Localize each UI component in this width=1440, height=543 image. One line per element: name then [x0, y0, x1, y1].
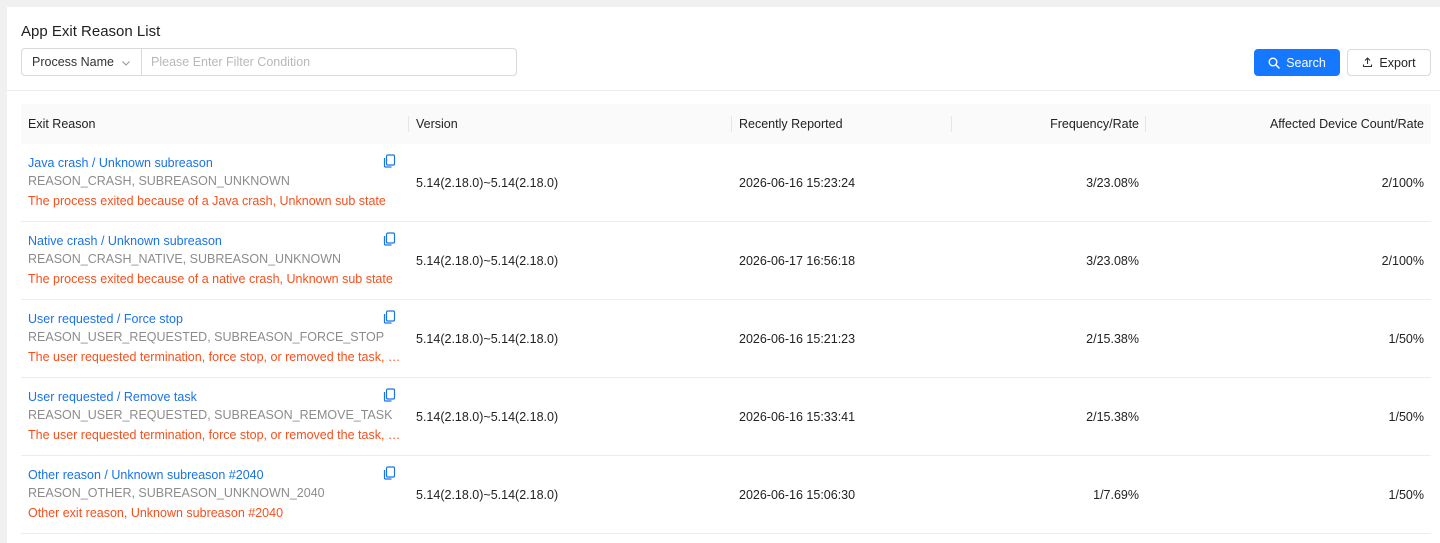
header-divider: [7, 90, 1440, 91]
search-button[interactable]: Search: [1254, 49, 1340, 76]
exit-reason-code: REASON_CRASH, SUBREASON_UNKNOWN: [28, 173, 290, 188]
export-icon: [1363, 57, 1373, 68]
copy-icon[interactable]: [383, 153, 396, 168]
filter-field-label: Process Name: [32, 55, 114, 69]
affected-devices-cell: 1/50%: [1388, 331, 1424, 346]
copy-icon[interactable]: [383, 231, 396, 246]
version-cell: 5.14(2.18.0)~5.14(2.18.0): [416, 409, 559, 424]
recently-reported-cell: 2026-06-16 15:21:23: [739, 331, 856, 346]
recently-reported-cell: 2026-06-16 15:33:41: [739, 409, 856, 424]
exit-reason-panel: App Exit Reason List Process Name Search…: [7, 7, 1440, 543]
exit-reason-cell: User requested / Force stop REASON_USER_…: [21, 300, 409, 378]
copy-icon[interactable]: [383, 387, 396, 402]
version-cell: 5.14(2.18.0)~5.14(2.18.0): [416, 175, 559, 190]
export-button-label: Export: [1379, 55, 1416, 70]
affected-devices-cell: 2/100%: [1381, 253, 1424, 268]
table-row[interactable]: User requested / Force stop REASON_USER_…: [21, 300, 1431, 378]
table-row[interactable]: Java crash / Unknown subreason REASON_CR…: [21, 144, 1431, 222]
version-cell: 5.14(2.18.0)~5.14(2.18.0): [416, 487, 559, 502]
exit-reason-code: REASON_OTHER, SUBREASON_UNKNOWN_2040: [28, 485, 325, 500]
frequency-rate-cell: 2/15.38%: [1086, 409, 1139, 424]
affected-devices-cell: 1/50%: [1388, 487, 1424, 502]
table-body: Java crash / Unknown subreason REASON_CR…: [21, 144, 1431, 534]
affected-devices-cell: 1/50%: [1388, 409, 1424, 424]
exit-reason-link[interactable]: Java crash / Unknown subreason: [28, 154, 213, 172]
page-title: App Exit Reason List: [21, 23, 161, 40]
exit-reason-link[interactable]: Other reason / Unknown subreason #2040: [28, 466, 264, 484]
table-row[interactable]: User requested / Remove task REASON_USER…: [21, 378, 1431, 456]
export-button[interactable]: Export: [1347, 49, 1431, 76]
recently-reported-cell: 2026-06-16 15:06:30: [739, 487, 856, 502]
filter-bar: Process Name: [21, 48, 517, 76]
frequency-rate-cell: 1/7.69%: [1093, 487, 1139, 502]
frequency-rate-cell: 2/15.38%: [1086, 331, 1139, 346]
table-header: Exit Reason Version Recently Reported Fr…: [21, 104, 1431, 144]
column-header-affected-devices: Affected Device Count/Rate: [1269, 117, 1424, 131]
exit-reason-cell: Native crash / Unknown subreason REASON_…: [21, 222, 409, 300]
affected-devices-cell: 2/100%: [1381, 175, 1424, 190]
filter-condition-input[interactable]: [142, 48, 517, 76]
frequency-rate-cell: 3/23.08%: [1086, 175, 1139, 190]
version-cell: 5.14(2.18.0)~5.14(2.18.0): [416, 331, 559, 346]
filter-field-select[interactable]: Process Name: [21, 48, 142, 76]
column-header-recently-reported: Recently Reported: [732, 104, 952, 144]
recently-reported-cell: 2026-06-16 15:23:24: [739, 175, 856, 190]
search-icon: [1268, 57, 1280, 69]
exit-reason-link[interactable]: User requested / Remove task: [28, 388, 197, 406]
column-header-exit-reason: Exit Reason: [21, 104, 409, 144]
exit-reason-cell: Other reason / Unknown subreason #2040 R…: [21, 456, 409, 534]
column-header-version: Version: [409, 104, 732, 144]
exit-reason-description: The user requested termination, force st…: [28, 427, 403, 442]
exit-reason-description: The process exited because of a native c…: [28, 271, 393, 286]
table-row[interactable]: Native crash / Unknown subreason REASON_…: [21, 222, 1431, 300]
search-button-label: Search: [1286, 55, 1326, 70]
exit-reason-description: The user requested termination, force st…: [28, 349, 403, 364]
chevron-down-icon: [122, 61, 130, 66]
frequency-rate-cell: 3/23.08%: [1086, 253, 1139, 268]
exit-reason-description: Other exit reason, Unknown subreason #20…: [28, 505, 284, 520]
copy-icon[interactable]: [383, 309, 396, 324]
version-cell: 5.14(2.18.0)~5.14(2.18.0): [416, 253, 559, 268]
copy-icon[interactable]: [383, 465, 396, 480]
exit-reason-cell: Java crash / Unknown subreason REASON_CR…: [21, 144, 409, 222]
exit-reason-code: REASON_USER_REQUESTED, SUBREASON_REMOVE_…: [28, 407, 393, 422]
exit-reason-description: The process exited because of a Java cra…: [28, 193, 386, 208]
recently-reported-cell: 2026-06-17 16:56:18: [739, 253, 856, 268]
table-row[interactable]: Other reason / Unknown subreason #2040 R…: [21, 456, 1431, 534]
exit-reason-link[interactable]: Native crash / Unknown subreason: [28, 232, 222, 250]
exit-reason-table: Exit Reason Version Recently Reported Fr…: [21, 104, 1431, 534]
exit-reason-code: REASON_USER_REQUESTED, SUBREASON_FORCE_S…: [28, 329, 385, 344]
exit-reason-link[interactable]: User requested / Force stop: [28, 310, 183, 328]
column-header-frequency-rate: Frequency/Rate: [952, 104, 1146, 144]
exit-reason-code: REASON_CRASH_NATIVE, SUBREASON_UNKNOWN: [28, 251, 342, 266]
exit-reason-cell: User requested / Remove task REASON_USER…: [21, 378, 409, 456]
